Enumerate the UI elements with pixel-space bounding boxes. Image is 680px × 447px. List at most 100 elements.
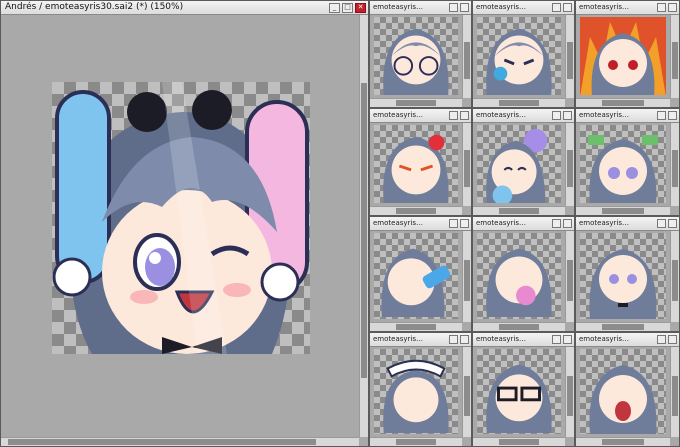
thumb-vscroll-thumb[interactable] [567, 41, 573, 79]
thumb-vscroll-thumb[interactable] [672, 375, 678, 417]
thumb-window-3[interactable]: emoteasyris… [575, 0, 680, 108]
minimize-icon[interactable]: _ [329, 3, 340, 13]
thumb-titlebar[interactable]: emoteasyris… [370, 109, 471, 123]
thumb-vscroll[interactable] [565, 123, 574, 206]
thumb-window-5[interactable]: emoteasyris… [472, 108, 575, 216]
thumb-canvas[interactable] [580, 233, 666, 319]
minimize-icon[interactable] [449, 111, 458, 120]
main-vertical-scroll-thumb[interactable] [361, 82, 367, 378]
maximize-icon[interactable] [668, 3, 677, 12]
thumb-window-1[interactable]: emoteasyris… [369, 0, 472, 108]
thumb-vscroll[interactable] [565, 347, 574, 437]
thumb-vscroll[interactable] [670, 123, 679, 206]
thumb-window-4[interactable]: emoteasyris… [369, 108, 472, 216]
thumb-hscroll-thumb[interactable] [395, 439, 437, 445]
maximize-icon[interactable] [668, 111, 677, 120]
thumb-titlebar[interactable]: emoteasyris… [473, 333, 574, 347]
thumb-hscroll[interactable] [370, 322, 462, 331]
thumb-titlebar[interactable]: emoteasyris… [576, 333, 679, 347]
thumb-vscroll[interactable] [670, 347, 679, 437]
minimize-icon[interactable] [449, 3, 458, 12]
thumb-window-8[interactable]: emoteasyris… [472, 216, 575, 332]
thumb-hscroll[interactable] [370, 206, 462, 215]
minimize-icon[interactable] [449, 335, 458, 344]
thumb-vscroll[interactable] [565, 231, 574, 322]
thumb-vscroll[interactable] [670, 231, 679, 322]
thumb-canvas[interactable] [477, 349, 561, 434]
thumb-titlebar[interactable]: emoteasyris… [576, 1, 679, 15]
thumb-canvas[interactable] [374, 125, 458, 203]
thumb-window-9[interactable]: emoteasyris… [575, 216, 680, 332]
thumb-vscroll[interactable] [462, 231, 471, 322]
thumb-canvas[interactable] [374, 17, 458, 95]
thumb-vscroll-thumb[interactable] [464, 260, 470, 302]
thumb-hscroll[interactable] [473, 322, 565, 331]
thumb-hscroll[interactable] [576, 206, 670, 215]
thumb-titlebar[interactable]: emoteasyris… [370, 333, 471, 347]
thumb-hscroll[interactable] [473, 98, 565, 107]
thumb-canvas[interactable] [580, 17, 666, 95]
minimize-icon[interactable] [657, 3, 666, 12]
thumb-canvas[interactable] [477, 17, 561, 95]
thumb-hscroll[interactable] [576, 98, 670, 107]
thumb-hscroll-thumb[interactable] [498, 100, 540, 106]
thumb-hscroll-thumb[interactable] [602, 208, 644, 214]
thumb-titlebar[interactable]: emoteasyris… [576, 217, 679, 231]
minimize-icon[interactable] [657, 111, 666, 120]
thumb-canvas[interactable] [374, 233, 458, 319]
thumb-hscroll[interactable] [370, 98, 462, 107]
thumb-hscroll-thumb[interactable] [602, 439, 644, 445]
thumb-vscroll[interactable] [462, 123, 471, 206]
thumb-hscroll-thumb[interactable] [395, 208, 437, 214]
thumb-hscroll[interactable] [576, 322, 670, 331]
close-icon[interactable]: ✕ [355, 3, 366, 13]
maximize-icon[interactable] [460, 111, 469, 120]
main-vertical-scrollbar[interactable] [359, 15, 368, 437]
thumb-vscroll-thumb[interactable] [464, 375, 470, 417]
thumb-titlebar[interactable]: emoteasyris… [370, 1, 471, 15]
main-horizontal-scrollbar[interactable] [1, 437, 359, 446]
thumb-canvas[interactable] [477, 125, 561, 203]
thumb-titlebar[interactable]: emoteasyris… [473, 1, 574, 15]
minimize-icon[interactable] [657, 219, 666, 228]
thumb-hscroll-thumb[interactable] [602, 324, 644, 330]
main-titlebar[interactable]: Andrés / emoteasyris30.sai2 (*) (150%) _… [1, 1, 368, 15]
maximize-icon[interactable] [563, 3, 572, 12]
main-artwork-canvas[interactable] [52, 82, 310, 354]
minimize-icon[interactable] [657, 335, 666, 344]
thumb-canvas[interactable] [477, 233, 561, 319]
thumb-vscroll-thumb[interactable] [464, 149, 470, 187]
thumb-vscroll[interactable] [462, 347, 471, 437]
thumb-titlebar[interactable]: emoteasyris… [370, 217, 471, 231]
thumb-hscroll[interactable] [370, 437, 462, 446]
minimize-icon[interactable] [449, 219, 458, 228]
thumb-vscroll-thumb[interactable] [672, 260, 678, 302]
thumb-titlebar[interactable]: emoteasyris… [576, 109, 679, 123]
maximize-icon[interactable] [563, 219, 572, 228]
thumb-hscroll[interactable] [473, 437, 565, 446]
maximize-icon[interactable] [460, 219, 469, 228]
thumb-window-7[interactable]: emoteasyris… [369, 216, 472, 332]
minimize-icon[interactable] [552, 219, 561, 228]
maximize-icon[interactable]: □ [342, 3, 353, 13]
minimize-icon[interactable] [552, 111, 561, 120]
thumb-hscroll[interactable] [473, 206, 565, 215]
maximize-icon[interactable] [563, 111, 572, 120]
main-canvas-window[interactable]: Andrés / emoteasyris30.sai2 (*) (150%) _… [0, 0, 369, 447]
thumb-hscroll-thumb[interactable] [498, 439, 540, 445]
thumb-titlebar[interactable]: emoteasyris… [473, 109, 574, 123]
thumb-vscroll-thumb[interactable] [567, 375, 573, 417]
thumb-window-11[interactable]: emoteasyris… [472, 332, 575, 447]
maximize-icon[interactable] [460, 3, 469, 12]
thumb-vscroll[interactable] [670, 15, 679, 98]
thumb-vscroll-thumb[interactable] [672, 41, 678, 79]
thumb-vscroll-thumb[interactable] [567, 260, 573, 302]
thumb-vscroll-thumb[interactable] [567, 149, 573, 187]
thumb-vscroll[interactable] [462, 15, 471, 98]
thumb-canvas[interactable] [374, 349, 458, 434]
maximize-icon[interactable] [563, 335, 572, 344]
minimize-icon[interactable] [552, 3, 561, 12]
thumb-hscroll-thumb[interactable] [602, 100, 644, 106]
thumb-titlebar[interactable]: emoteasyris… [473, 217, 574, 231]
thumb-vscroll[interactable] [565, 15, 574, 98]
